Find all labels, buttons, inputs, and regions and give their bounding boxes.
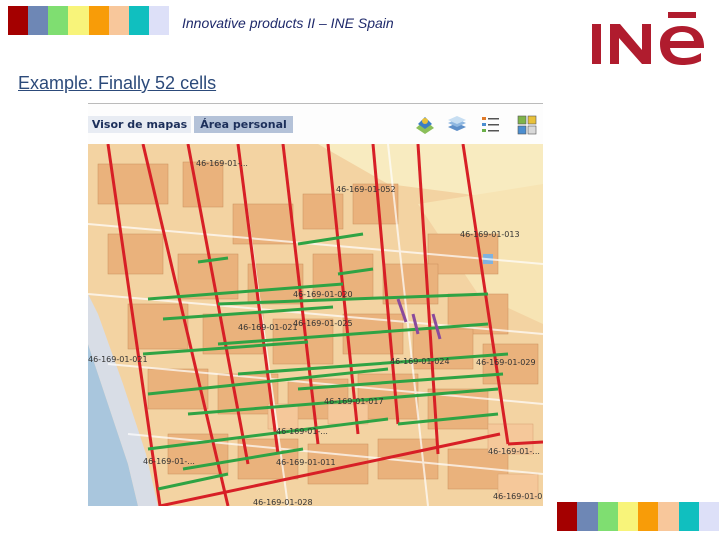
color-strip-bottom bbox=[557, 502, 719, 531]
tab-area-personal[interactable]: Área personal bbox=[194, 116, 293, 133]
color-strip-square bbox=[8, 6, 29, 35]
parcel-label: 46-169-01-052 bbox=[336, 185, 396, 194]
map-viewer[interactable]: Visor de mapas Área personal 46-169-01-.… bbox=[88, 103, 543, 506]
layers-icon[interactable] bbox=[414, 114, 436, 136]
color-strip-square bbox=[68, 6, 89, 35]
color-strip-square bbox=[617, 502, 638, 531]
color-strip-square bbox=[597, 502, 618, 531]
parcel-label: 46-169-01-011 bbox=[276, 458, 336, 467]
color-strip-square bbox=[638, 502, 659, 531]
grid-view-icon[interactable] bbox=[516, 114, 538, 136]
parcel-label: 46-169-01-024 bbox=[390, 357, 450, 366]
parcel-label: 46-169-01-017 bbox=[324, 397, 384, 406]
parcel-label: 46-169-01-... bbox=[488, 447, 540, 456]
color-strip-square bbox=[108, 6, 129, 35]
parcel-label: 46-169-01-... bbox=[196, 159, 248, 168]
parcel-label: 46-169-01-026 bbox=[493, 492, 543, 501]
parcel-label: 46-169-01-021 bbox=[238, 323, 298, 332]
color-strip-top bbox=[8, 6, 169, 35]
header-title: Innovative products II – INE Spain bbox=[182, 15, 394, 31]
map-toolbar: Visor de mapas Área personal bbox=[88, 104, 543, 144]
parcel-label: 46-169-01-029 bbox=[476, 358, 536, 367]
color-strip-square bbox=[148, 6, 169, 35]
cadastral-map[interactable]: 46-169-01-... 46-169-01-052 46-169-01-013 4… bbox=[88, 144, 543, 506]
parcel-label: 46-169-01-... bbox=[276, 427, 328, 436]
cell-boundary-red bbox=[507, 440, 543, 446]
parcel-label: 46-169-01-... bbox=[143, 457, 195, 466]
color-strip-square bbox=[48, 6, 69, 35]
legend-list-icon[interactable] bbox=[480, 114, 502, 136]
tab-visor-de-mapas[interactable]: Visor de mapas bbox=[88, 116, 191, 133]
color-strip-square bbox=[128, 6, 149, 35]
parcel-label: 46-169-01-021 bbox=[88, 355, 148, 364]
parcel-label: 46-169-01-020 bbox=[293, 290, 353, 299]
color-strip-square bbox=[658, 502, 679, 531]
color-strip-square bbox=[678, 502, 699, 531]
color-strip-square bbox=[577, 502, 598, 531]
stack-icon[interactable] bbox=[446, 114, 468, 136]
parcel-label: 46-169-01-025 bbox=[293, 319, 353, 328]
color-strip-square bbox=[557, 502, 578, 531]
parcel-label: 46-169-01-013 bbox=[460, 230, 520, 239]
slide-subtitle: Example: Finally 52 cells bbox=[18, 73, 217, 93]
color-strip-square bbox=[28, 6, 49, 35]
color-strip-square bbox=[88, 6, 109, 35]
color-strip-square bbox=[698, 502, 719, 531]
parcel-label: 46-169-01-028 bbox=[253, 498, 313, 506]
ine-logo bbox=[592, 12, 704, 65]
